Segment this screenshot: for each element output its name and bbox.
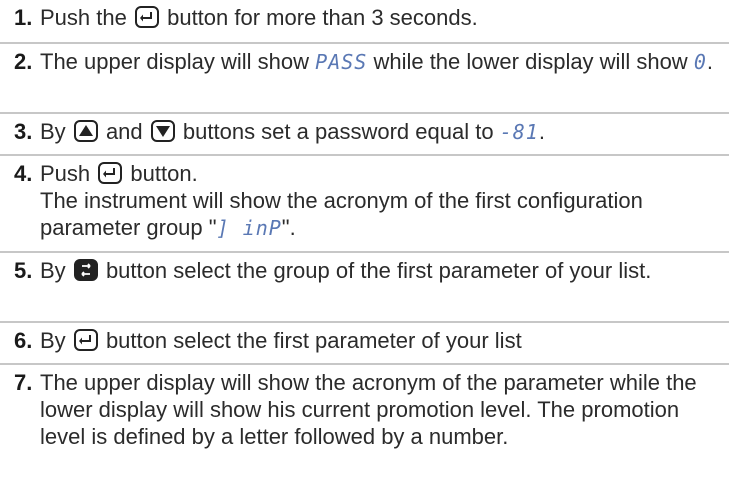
step-5: 5. By button select the group of the fir… xyxy=(0,251,729,321)
step-number: 5. xyxy=(14,258,33,283)
step-number: 3. xyxy=(14,119,33,144)
step-number: 1. xyxy=(14,5,33,30)
step-3: 3. By and buttons set a password equal t… xyxy=(0,112,729,154)
display-readout-zero: 0 xyxy=(693,50,707,74)
step-text: By xyxy=(40,258,66,283)
step-text: . xyxy=(706,49,713,74)
step-text: The instrument will show the acronym of … xyxy=(40,188,643,240)
step-2: 2. The upper display will show PASS whil… xyxy=(0,42,729,112)
step-text: . xyxy=(538,119,545,144)
step-text: while the lower display will show xyxy=(373,49,688,74)
step-text: button for more than 3 seconds. xyxy=(167,5,478,30)
step-1: 1. Push the button for more than 3 secon… xyxy=(0,0,729,42)
step-7: 7. The upper display will show the acron… xyxy=(0,363,729,503)
enter-button-icon xyxy=(98,162,123,184)
step-text: The upper display will show the acronym … xyxy=(40,370,697,449)
enter-button-icon xyxy=(134,6,159,28)
instruction-steps: 1. Push the button for more than 3 secon… xyxy=(0,0,729,503)
display-readout-password: -81 xyxy=(499,120,539,144)
step-text: The upper display will show xyxy=(40,49,310,74)
display-readout-pass: PASS xyxy=(315,50,368,74)
step-text: buttons set a password equal to xyxy=(182,119,494,144)
step-number: 7. xyxy=(14,370,33,395)
step-text: button select the first parameter of you… xyxy=(105,328,522,353)
step-text: By xyxy=(40,119,66,144)
step-number: 2. xyxy=(14,49,33,74)
step-text: By xyxy=(40,328,66,353)
step-text: ". xyxy=(281,215,296,240)
step-number: 6. xyxy=(14,328,33,353)
step-text: Push xyxy=(40,161,91,186)
display-readout-group: ] inP xyxy=(216,216,282,240)
down-arrow-button-icon xyxy=(150,120,175,142)
scroll-button-icon xyxy=(73,259,98,281)
step-text: Push the xyxy=(40,5,127,30)
step-number: 4. xyxy=(14,161,33,186)
step-text: button select the group of the first par… xyxy=(105,258,652,283)
up-arrow-button-icon xyxy=(73,120,98,142)
step-text: and xyxy=(105,119,143,144)
step-text: button. xyxy=(130,161,198,186)
enter-button-icon xyxy=(73,329,98,351)
step-4: 4. Push button. The instrument will show… xyxy=(0,154,729,251)
step-6: 6. By button select the first parameter … xyxy=(0,321,729,363)
